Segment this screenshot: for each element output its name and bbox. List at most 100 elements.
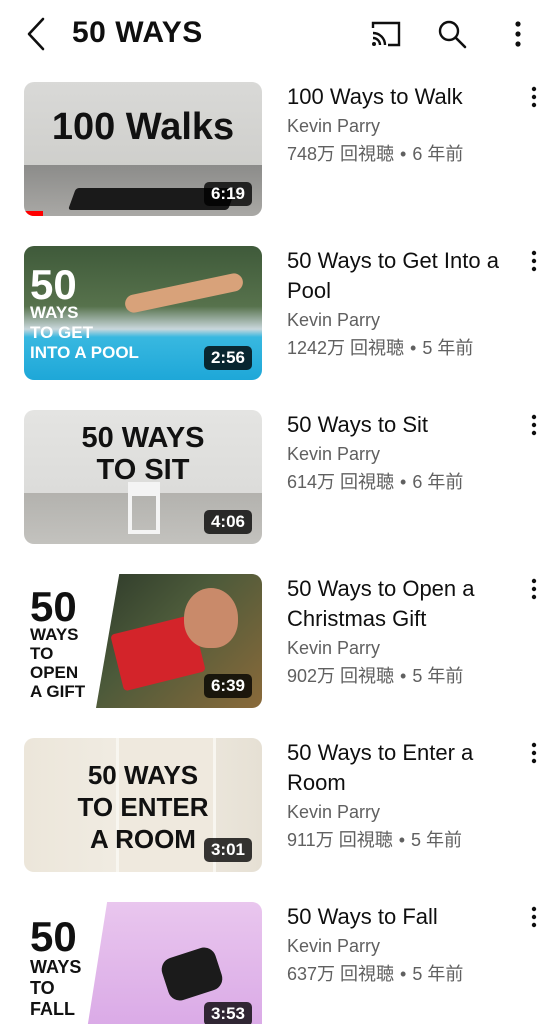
search-icon: [438, 20, 467, 49]
back-button[interactable]: [18, 14, 54, 54]
thumbnail-text-line: WAYS: [30, 625, 79, 644]
video-stats: 1242万 回視聴 • 5 年前: [287, 334, 525, 362]
playlist-screen: 50 WAYS 100 Walks 6:19 100 Ways to Walk …: [0, 0, 560, 1024]
person-face: [184, 588, 238, 648]
video-meta: 50 Ways to Get Into a Pool Kevin Parry 1…: [287, 246, 525, 362]
view-count: 748万 回視聴: [287, 144, 395, 164]
video-menu-button[interactable]: [522, 738, 546, 768]
thumbnail-text-line: 50 WAYS: [81, 422, 205, 454]
video-meta: 50 Ways to Sit Kevin Parry 614万 回視聴 • 6 年前: [287, 410, 525, 496]
channel-name: Kevin Parry: [287, 802, 381, 822]
upload-age: 6 年前: [412, 144, 464, 164]
thumbnail-text-line: TO: [30, 978, 55, 998]
thumbnail-text-line: A GIFT: [30, 682, 86, 701]
separator-dot: •: [398, 830, 406, 850]
channel-name: Kevin Parry: [287, 638, 381, 658]
video-menu-button[interactable]: [522, 82, 546, 112]
video-row[interactable]: 50 WAYS TO SIT 4:06 50 Ways to Sit Kevin…: [0, 396, 560, 544]
thumbnail-text-line: OPEN: [30, 663, 79, 682]
video-title[interactable]: 50 Ways to Open a Christmas Gift: [287, 574, 525, 634]
video-meta: 100 Ways to Walk Kevin Parry 748万 回視聴 • 6 …: [287, 82, 525, 168]
video-thumbnail[interactable]: 50 WAYS TO GET INTO A POOL 2:56: [24, 246, 262, 380]
view-count: 614万 回視聴: [287, 472, 395, 492]
upload-age: 5 年前: [422, 338, 474, 358]
chair-figure: [128, 482, 160, 534]
channel-name: Kevin Parry: [287, 116, 381, 136]
video-title[interactable]: 50 Ways to Get Into a Pool: [287, 246, 525, 306]
video-menu-button[interactable]: [522, 574, 546, 604]
video-menu-button[interactable]: [522, 246, 546, 276]
more-vertical-icon: [531, 906, 537, 928]
video-stats: 748万 回視聴 • 6 年前: [287, 140, 525, 168]
thumbnail-text-line: 50 WAYS: [87, 760, 199, 790]
video-meta: 50 Ways to Open a Christmas Gift Kevin P…: [287, 574, 525, 690]
cast-icon: [371, 21, 401, 47]
separator-dot: •: [400, 144, 407, 164]
video-thumbnail[interactable]: 50 WAYS TO OPEN A GIFT 6:39: [24, 574, 262, 708]
thumbnail-text-line: FALL: [30, 999, 75, 1019]
video-thumbnail[interactable]: 50 WAYS TO SIT 4:06: [24, 410, 262, 544]
watch-progress-bar: [24, 211, 44, 216]
video-thumbnail[interactable]: 100 Walks 6:19: [24, 82, 262, 216]
duration-badge: 4:06: [203, 510, 252, 534]
video-title[interactable]: 50 Ways to Sit: [287, 410, 525, 440]
more-vertical-icon: [531, 578, 537, 600]
video-title[interactable]: 100 Ways to Walk: [287, 82, 525, 112]
thumbnail-text-line: TO ENTER: [77, 792, 209, 822]
duration-badge: 3:01: [203, 838, 252, 862]
video-row[interactable]: 50 WAYS TO OPEN A GIFT 6:39 50 Ways to O…: [0, 560, 560, 708]
separator-dot: •: [400, 472, 407, 492]
thumbnail-text-line: TO GET: [30, 323, 93, 342]
upload-age: 5 年前: [412, 666, 464, 686]
separator-dot: •: [410, 338, 417, 358]
channel-name: Kevin Parry: [287, 936, 381, 956]
back-icon: [27, 17, 45, 51]
video-stats: 911万 回視聴 • 5 年前: [287, 826, 525, 854]
video-thumbnail[interactable]: 50 WAYS TO FALL 3:53: [24, 902, 262, 1024]
video-menu-button[interactable]: [522, 902, 546, 932]
top-app-bar: 50 WAYS: [0, 0, 560, 68]
channel-name: Kevin Parry: [287, 444, 381, 464]
thumbnail-text-number: 50: [30, 583, 77, 630]
upload-age: 6 年前: [412, 472, 464, 492]
video-thumbnail[interactable]: 50 WAYS TO ENTER A ROOM 3:01: [24, 738, 262, 872]
separator-dot: •: [400, 964, 407, 984]
video-title[interactable]: 50 Ways to Enter a Room: [287, 738, 525, 798]
thumbnail-text-line: TO: [30, 644, 54, 663]
duration-badge: 3:53: [203, 1002, 252, 1024]
diver-figure: [123, 271, 245, 315]
video-row[interactable]: 50 WAYS TO FALL 3:53 50 Ways to Fall Kev…: [0, 888, 560, 1024]
upload-age: 5 年前: [412, 964, 464, 984]
video-stats: 637万 回視聴 • 5 年前: [287, 960, 525, 988]
more-vertical-icon: [531, 414, 537, 436]
view-count: 902万 回視聴: [287, 666, 395, 686]
video-row[interactable]: 50 WAYS TO ENTER A ROOM 3:01 50 Ways to …: [0, 724, 560, 872]
thumbnail-text-line: INTO A POOL: [30, 343, 139, 362]
thumbnail-text-line: WAYS: [30, 303, 79, 322]
view-count: 1242万 回視聴: [287, 338, 405, 358]
duration-badge: 2:56: [203, 346, 252, 370]
view-count: 637万 回視聴: [287, 964, 395, 984]
upload-age: 5 年前: [411, 830, 463, 850]
video-meta: 50 Ways to Fall Kevin Parry 637万 回視聴 • 5 年…: [287, 902, 525, 988]
view-count: 911万 回視聴: [287, 830, 393, 850]
separator-dot: •: [400, 666, 407, 686]
thumbnail-text-line: TO SIT: [96, 454, 190, 486]
video-row[interactable]: 100 Walks 6:19 100 Ways to Walk Kevin Pa…: [0, 68, 560, 216]
video-menu-button[interactable]: [522, 410, 546, 440]
thumbnail-text-number: 50: [30, 261, 77, 308]
duration-badge: 6:39: [203, 674, 252, 698]
more-button[interactable]: [498, 14, 538, 54]
more-vertical-icon: [531, 250, 537, 272]
video-row[interactable]: 50 WAYS TO GET INTO A POOL 2:56 50 Ways …: [0, 232, 560, 380]
more-vertical-icon: [531, 86, 537, 108]
video-stats: 614万 回視聴 • 6 年前: [287, 468, 525, 496]
search-button[interactable]: [432, 14, 472, 54]
channel-name: Kevin Parry: [287, 310, 381, 330]
thumbnail-text-line: WAYS: [30, 957, 82, 977]
more-vertical-icon: [531, 742, 537, 764]
cast-button[interactable]: [366, 14, 406, 54]
video-stats: 902万 回視聴 • 5 年前: [287, 662, 525, 690]
more-vertical-icon: [515, 21, 521, 47]
video-title[interactable]: 50 Ways to Fall: [287, 902, 525, 932]
